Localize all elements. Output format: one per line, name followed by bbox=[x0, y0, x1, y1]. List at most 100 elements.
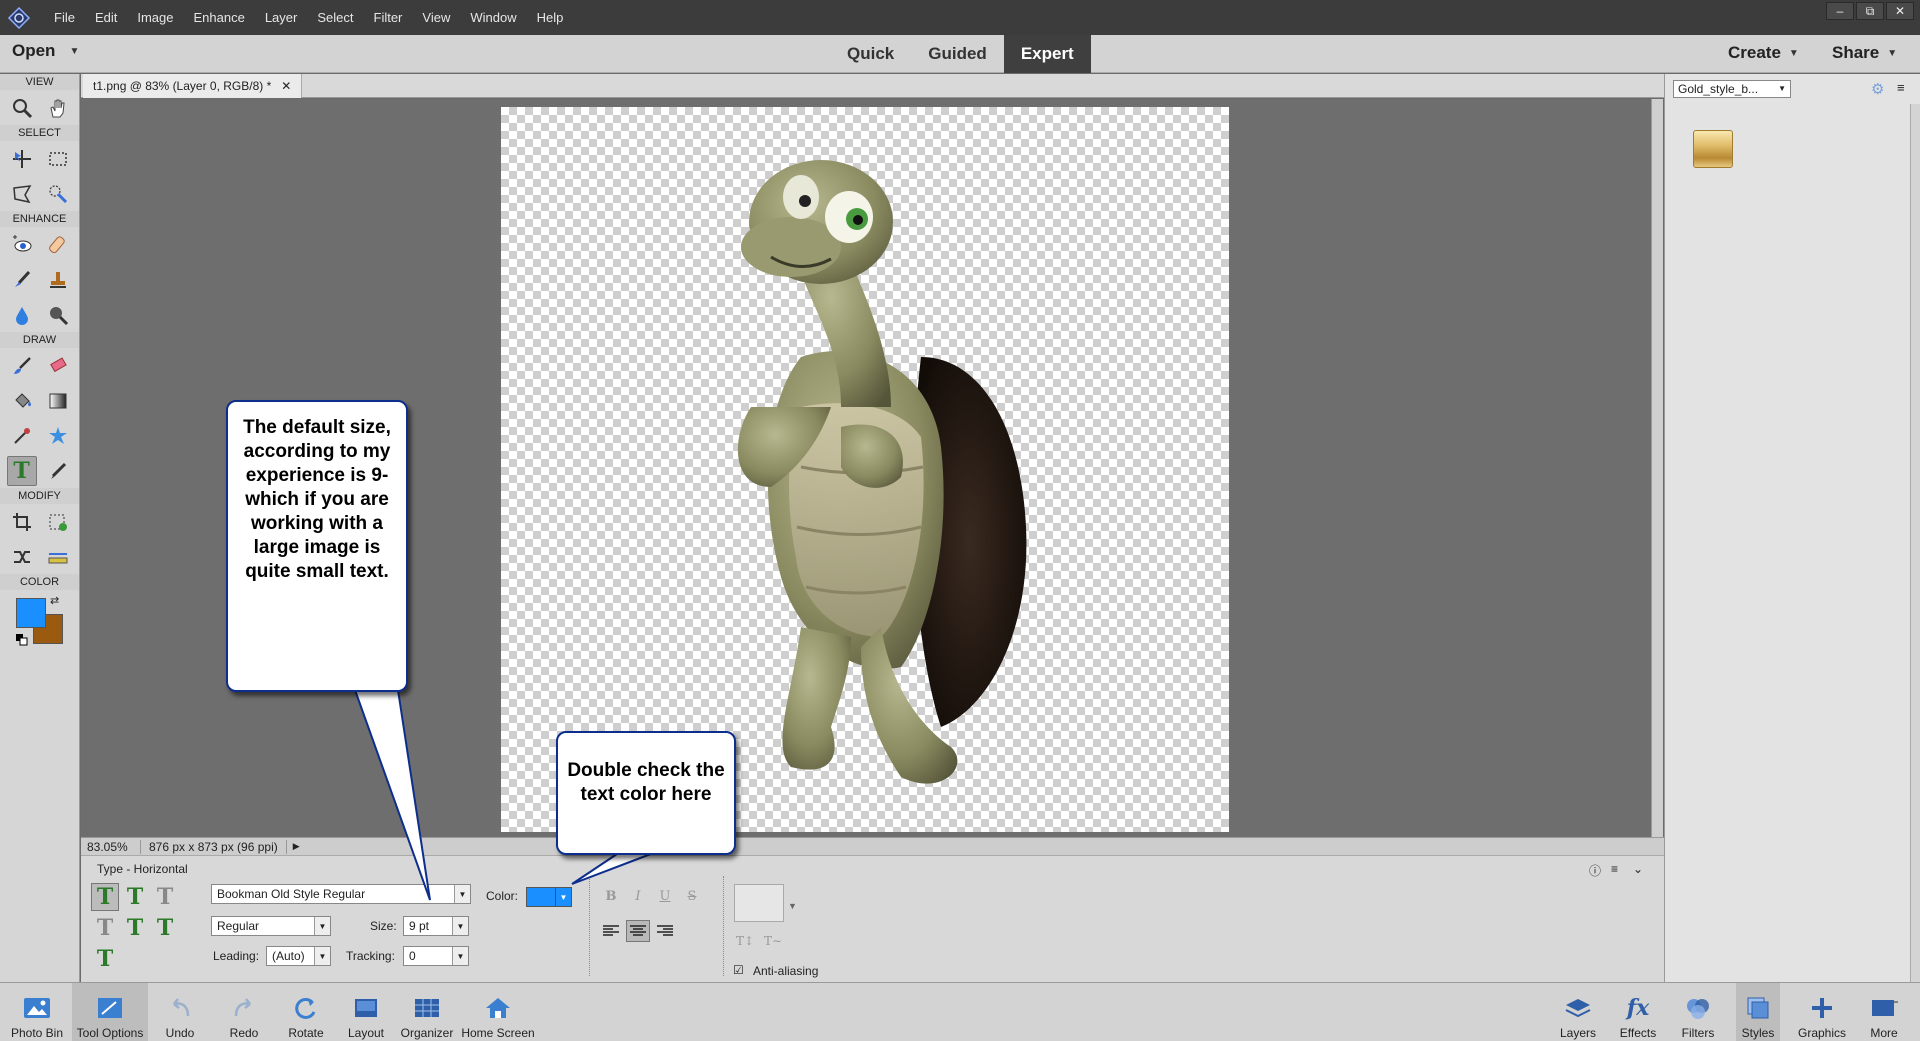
close-icon[interactable]: ✕ bbox=[1886, 2, 1914, 20]
menu-window[interactable]: Window bbox=[460, 10, 526, 25]
gear-icon[interactable]: ⚙ bbox=[1871, 80, 1884, 98]
blur-tool-icon[interactable] bbox=[7, 300, 37, 330]
foreground-color-swatch[interactable] bbox=[16, 598, 46, 628]
strikethrough-button[interactable]: S bbox=[681, 886, 703, 906]
photo-bin-button[interactable]: Photo Bin bbox=[4, 983, 70, 1041]
eyedropper-tool-icon[interactable] bbox=[7, 421, 37, 451]
panel-menu-icon[interactable]: ≡ bbox=[1611, 862, 1618, 876]
lasso-tool-icon[interactable] bbox=[7, 179, 37, 209]
home-screen-button[interactable]: Home Screen bbox=[460, 983, 536, 1041]
chevron-down-icon[interactable]: ▼ bbox=[452, 947, 468, 965]
tab-expert[interactable]: Expert bbox=[1003, 35, 1091, 73]
chevron-down-icon[interactable]: ▼ bbox=[555, 888, 571, 906]
chevron-down-icon[interactable]: ▼ bbox=[454, 885, 470, 903]
align-left-icon[interactable] bbox=[599, 920, 623, 942]
vertical-type-mask-button[interactable]: T bbox=[91, 914, 119, 942]
bold-button[interactable]: B bbox=[600, 886, 622, 906]
move-tool-icon[interactable] bbox=[7, 144, 37, 174]
menu-view[interactable]: View bbox=[412, 10, 460, 25]
chevron-down-icon[interactable]: ▼ bbox=[69, 46, 79, 57]
align-center-icon[interactable] bbox=[626, 920, 650, 942]
chevron-down-icon[interactable]: ▼ bbox=[314, 947, 330, 965]
leading-field[interactable]: (Auto) ▼ bbox=[266, 946, 331, 966]
italic-button[interactable]: I bbox=[627, 886, 649, 906]
rotate-button[interactable]: Rotate bbox=[282, 983, 330, 1041]
straighten-tool-icon[interactable] bbox=[43, 542, 73, 572]
styles-panel-scrollbar[interactable] bbox=[1910, 104, 1920, 982]
close-tab-icon[interactable]: ✕ bbox=[281, 79, 291, 93]
crop-tool-icon[interactable] bbox=[7, 507, 37, 537]
help-icon[interactable]: ⓘ bbox=[1589, 862, 1601, 879]
warp-text-icon[interactable]: T∼ bbox=[764, 934, 782, 948]
menu-enhance[interactable]: Enhance bbox=[184, 10, 255, 25]
filters-button[interactable]: Filters bbox=[1676, 983, 1720, 1041]
menu-help[interactable]: Help bbox=[527, 10, 574, 25]
brush-tool-icon[interactable] bbox=[7, 351, 37, 381]
content-aware-move-tool-icon[interactable] bbox=[7, 542, 37, 572]
text-on-path-button[interactable]: T bbox=[91, 945, 119, 973]
layout-button[interactable]: Layout bbox=[344, 983, 388, 1041]
panel-menu-icon[interactable]: ≡ bbox=[1897, 80, 1905, 95]
quick-selection-tool-icon[interactable] bbox=[43, 179, 73, 209]
menu-edit[interactable]: Edit bbox=[85, 10, 127, 25]
text-color-swatch[interactable]: ▼ bbox=[526, 887, 572, 907]
default-colors-icon[interactable] bbox=[16, 634, 28, 646]
styles-button[interactable]: Styles bbox=[1736, 983, 1780, 1041]
pencil-tool-icon[interactable] bbox=[43, 456, 73, 486]
effects-button[interactable]: fx Effects bbox=[1616, 983, 1660, 1041]
tab-quick[interactable]: Quick bbox=[830, 35, 911, 73]
chevron-down-icon[interactable]: ▼ bbox=[452, 917, 468, 935]
vertical-type-button[interactable]: T bbox=[121, 883, 149, 911]
layers-button[interactable]: Layers bbox=[1556, 983, 1600, 1041]
text-on-shape-button[interactable]: T bbox=[151, 914, 179, 942]
redo-button[interactable]: Redo bbox=[222, 983, 266, 1041]
graphics-button[interactable]: Graphics bbox=[1796, 983, 1848, 1041]
status-menu-arrow-icon[interactable]: ▶ bbox=[287, 841, 306, 852]
horizontal-type-button[interactable]: T bbox=[91, 883, 119, 911]
menu-file[interactable]: File bbox=[44, 10, 85, 25]
style-library-select[interactable]: Gold_style_b... ▼ bbox=[1673, 80, 1791, 98]
align-right-icon[interactable] bbox=[653, 920, 677, 942]
marquee-tool-icon[interactable] bbox=[43, 144, 73, 174]
menu-select[interactable]: Select bbox=[307, 10, 363, 25]
recompose-tool-icon[interactable] bbox=[43, 507, 73, 537]
menu-layer[interactable]: Layer bbox=[255, 10, 308, 25]
share-button[interactable]: Share ▼ bbox=[1832, 43, 1897, 63]
tab-guided[interactable]: Guided bbox=[911, 35, 1004, 73]
text-style-preview[interactable] bbox=[734, 884, 784, 922]
chevron-down-icon[interactable]: ▼ bbox=[1778, 81, 1786, 97]
chevron-down-icon[interactable]: ▼ bbox=[788, 901, 797, 911]
clone-stamp-tool-icon[interactable] bbox=[43, 265, 73, 295]
open-button[interactable]: Open ▼ bbox=[12, 41, 79, 61]
image-canvas[interactable] bbox=[501, 107, 1229, 832]
horizontal-type-mask-button[interactable]: T bbox=[151, 883, 179, 911]
organizer-button[interactable]: Organizer bbox=[398, 983, 456, 1041]
text-on-selection-button[interactable]: T bbox=[121, 914, 149, 942]
underline-button[interactable]: U bbox=[654, 886, 676, 906]
menu-filter[interactable]: Filter bbox=[364, 10, 413, 25]
custom-shape-tool-icon[interactable] bbox=[43, 421, 73, 451]
eraser-tool-icon[interactable] bbox=[43, 351, 73, 381]
gradient-tool-icon[interactable] bbox=[43, 386, 73, 416]
sponge-tool-icon[interactable] bbox=[43, 300, 73, 330]
faux-text-icon[interactable]: T↕ bbox=[736, 934, 754, 948]
font-style-select[interactable]: Regular ▼ bbox=[211, 916, 331, 936]
zoom-tool-icon[interactable] bbox=[7, 93, 37, 123]
type-tool-icon[interactable]: T bbox=[6, 455, 37, 486]
tracking-field[interactable]: 0 ▼ bbox=[403, 946, 469, 966]
menu-image[interactable]: Image bbox=[127, 10, 183, 25]
document-tab[interactable]: t1.png @ 83% (Layer 0, RGB/8) * ✕ bbox=[83, 74, 303, 98]
red-eye-tool-icon[interactable] bbox=[7, 230, 37, 260]
create-button[interactable]: Create ▼ bbox=[1728, 43, 1799, 63]
undo-button[interactable]: Undo bbox=[158, 983, 202, 1041]
tool-options-button[interactable]: Tool Options bbox=[72, 983, 148, 1041]
font-size-field[interactable]: 9 pt ▼ bbox=[403, 916, 469, 936]
more-button[interactable]: More bbox=[1862, 983, 1906, 1041]
gold-style-swatch[interactable] bbox=[1693, 130, 1733, 168]
canvas-vertical-scrollbar[interactable] bbox=[1651, 99, 1663, 837]
paint-bucket-tool-icon[interactable] bbox=[7, 386, 37, 416]
smart-brush-tool-icon[interactable] bbox=[7, 265, 37, 295]
swap-colors-icon[interactable]: ⇄ bbox=[50, 594, 59, 607]
spot-healing-tool-icon[interactable] bbox=[43, 230, 73, 260]
hand-tool-icon[interactable] bbox=[43, 93, 73, 123]
